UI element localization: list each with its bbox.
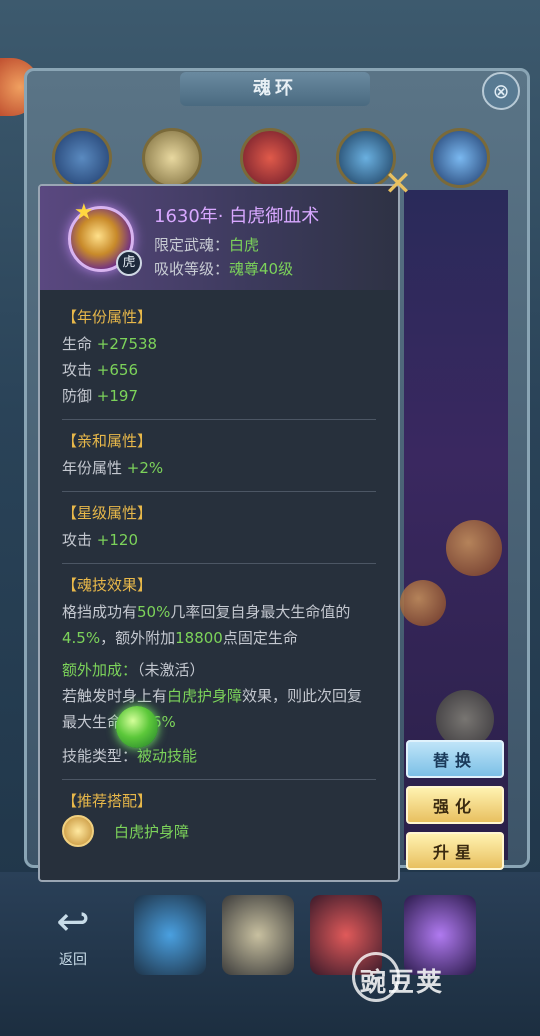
recommend-item[interactable]: 白虎护身障 (62, 815, 376, 847)
extra-label: 额外加成： (62, 661, 138, 679)
extra-highlight: 白虎护身障 (167, 687, 243, 705)
popup-header: ★ 虎 1630年· 白虎御血术 限定武魂：白虎 吸收等级：魂尊40级 (40, 186, 398, 290)
stat-label: 攻击 (62, 531, 93, 549)
meta-value: 魂尊40级 (229, 260, 294, 278)
section-title: 【亲和属性】 (62, 432, 153, 450)
stat-value: +120 (96, 531, 138, 549)
effect-text: 点固定生命 (222, 629, 298, 647)
effect-value: 4.5% (62, 629, 101, 647)
section-title: 【魂技效果】 (62, 576, 153, 594)
meta-label: 限定武魂： (154, 236, 230, 254)
window-close-icon[interactable]: ⊗ (482, 72, 520, 110)
effect-description: 格挡成功有50%几率回复自身最大生命值的 4.5%，额外附加18800点固定生命 (62, 599, 376, 651)
extra-text: 若触发时身上有 (62, 687, 168, 705)
year-attributes-section: 【年份属性】 生命 +27538 攻击 +656 防御 +197 (62, 296, 376, 420)
stat-label: 攻击 (62, 361, 93, 379)
stat-row: 年份属性 +2% (62, 455, 376, 481)
soul-bone-slot[interactable] (222, 895, 294, 975)
watermark-text: 豌豆荚 (360, 968, 445, 998)
effect-text: ，额外附加 (100, 629, 176, 647)
star-up-button[interactable]: 升星 (406, 832, 504, 870)
skill-title: 1630年· 白虎御血术 (154, 206, 320, 227)
stat-value: +656 (96, 361, 138, 379)
replace-button[interactable]: 替换 (406, 740, 504, 778)
meta-spirit-row: 限定武魂：白虎 (154, 234, 259, 255)
extra-status: （未激活） (137, 661, 205, 679)
soul-ring-slot[interactable] (52, 128, 112, 188)
tiger-badge-icon: 虎 (116, 250, 142, 276)
effect-text: 几率回复自身最大生命值的 (170, 603, 351, 621)
recommend-name: 白虎护身障 (114, 822, 190, 841)
soul-bone-slot[interactable] (134, 895, 206, 975)
skill-effect-section: 【魂技效果】 格挡成功有50%几率回复自身最大生命值的 4.5%，额外附加1880… (62, 564, 376, 780)
stat-label: 防御 (62, 387, 93, 405)
extra-description: 若触发时身上有白虎护身障效果，则此次回复最大生命值的6% (62, 683, 376, 735)
stat-row: 攻击 +120 (62, 527, 376, 553)
green-orb-icon (116, 706, 158, 748)
soul-ring-slot[interactable] (430, 128, 490, 188)
recommend-skill-icon (62, 815, 94, 847)
stat-value: +27538 (96, 335, 158, 353)
meta-value: 白虎 (229, 236, 260, 254)
stat-label: 生命 (62, 335, 93, 353)
skill-detail-popup: ★ 虎 1630年· 白虎御血术 限定武魂：白虎 吸收等级：魂尊40级 【年份属… (38, 184, 400, 882)
popup-close-icon[interactable]: ✕ (382, 167, 414, 202)
back-label: 返回 (59, 952, 87, 968)
stat-label: 年份属性 (62, 459, 123, 477)
soul-ring-slot[interactable] (240, 128, 300, 188)
skill-type-row: 技能类型：被动技能 (62, 743, 376, 769)
back-button[interactable]: ↩ 返回 (28, 895, 118, 975)
stat-value: +197 (96, 387, 138, 405)
enhance-button[interactable]: 强化 (406, 786, 504, 824)
star-attributes-section: 【星级属性】 攻击 +120 (62, 492, 376, 564)
meta-label: 吸收等级： (154, 260, 230, 278)
star-icon: ★ (74, 200, 94, 225)
extra-bonus-title: 额外加成：（未激活） (62, 657, 376, 683)
effect-value: 18800 (175, 629, 223, 647)
soul-ring-node[interactable] (446, 520, 502, 576)
soul-ring-node[interactable] (400, 580, 446, 626)
section-title: 【推荐搭配】 (62, 792, 153, 810)
soul-ring-slot[interactable] (142, 128, 202, 188)
effect-value: 50% (137, 603, 171, 621)
skill-type-value: 被动技能 (137, 747, 198, 765)
skill-type-label: 技能类型： (62, 747, 138, 765)
back-arrow-icon: ↩ (56, 899, 90, 945)
meta-level-row: 吸收等级：魂尊40级 (154, 258, 293, 279)
stat-row: 生命 +27538 (62, 331, 376, 357)
window-title: 魂环 (180, 72, 370, 106)
section-title: 【星级属性】 (62, 504, 153, 522)
recommend-section: 【推荐搭配】 白虎护身障 (62, 780, 376, 857)
affinity-attributes-section: 【亲和属性】 年份属性 +2% (62, 420, 376, 492)
stat-row: 防御 +197 (62, 383, 376, 409)
stat-value: +2% (126, 459, 164, 477)
stat-row: 攻击 +656 (62, 357, 376, 383)
popup-body: 【年份属性】 生命 +27538 攻击 +656 防御 +197 【亲和属性】 … (40, 290, 398, 857)
effect-text: 格挡成功有 (62, 603, 138, 621)
section-title: 【年份属性】 (62, 308, 153, 326)
